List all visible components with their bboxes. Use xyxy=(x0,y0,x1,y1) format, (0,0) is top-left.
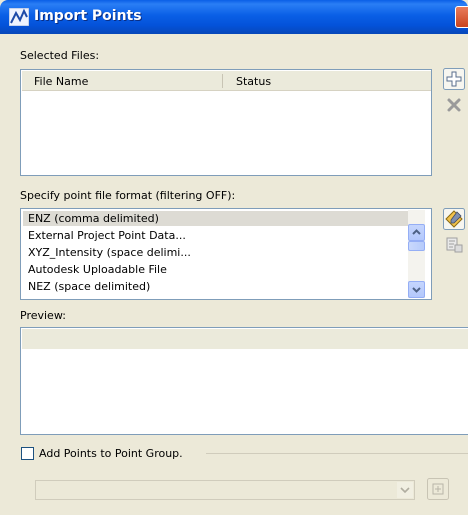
preview-grid[interactable] xyxy=(20,327,468,435)
point-format-list[interactable]: ENZ (comma delimited) External Project P… xyxy=(20,208,432,300)
format-list-scrollbar[interactable] xyxy=(408,210,425,298)
preview-label: Preview: xyxy=(20,309,66,322)
add-file-icon[interactable] xyxy=(443,68,465,90)
format-item-xyz-intensity[interactable]: XYZ_Intensity (space delimi... xyxy=(28,246,191,259)
dropdown-arrow[interactable] xyxy=(397,482,413,498)
scroll-down-button[interactable] xyxy=(408,281,425,298)
format-item-nez[interactable]: NEZ (space delimited) xyxy=(28,280,150,293)
column-file-name[interactable]: File Name xyxy=(34,75,88,88)
point-group-dropdown[interactable] xyxy=(35,480,415,500)
format-item-autodesk-uploadable[interactable]: Autodesk Uploadable File xyxy=(28,263,167,276)
chevron-down-icon xyxy=(412,287,421,293)
create-point-group-icon[interactable] xyxy=(427,478,449,500)
copy-format-icon[interactable] xyxy=(443,234,465,256)
chevron-up-icon xyxy=(412,229,421,235)
close-icon[interactable] xyxy=(455,6,468,28)
selected-files-header: File Name Status xyxy=(22,71,431,91)
format-item-enz[interactable]: ENZ (comma delimited) xyxy=(28,212,159,225)
point-format-label: Specify point file format (filtering OFF… xyxy=(20,189,236,202)
column-status[interactable]: Status xyxy=(236,75,271,88)
selected-files-label: Selected Files: xyxy=(20,49,100,62)
import-points-dialog: Selected Files: File Name Status Specify… xyxy=(0,34,468,515)
column-divider xyxy=(222,74,223,88)
point-file-formats-icon[interactable] xyxy=(443,208,465,230)
scroll-thumb[interactable] xyxy=(408,241,425,251)
selected-files-list[interactable]: File Name Status xyxy=(20,69,432,176)
group-separator xyxy=(206,453,468,454)
window-title: Import Points xyxy=(34,8,142,24)
add-to-point-group-label[interactable]: Add Points to Point Group. xyxy=(39,447,183,460)
format-item-external-project[interactable]: External Project Point Data... xyxy=(28,229,186,242)
title-bar: Import Points xyxy=(0,0,468,34)
autodesk-civil-icon xyxy=(9,8,29,26)
add-to-point-group-checkbox[interactable] xyxy=(21,447,34,460)
preview-header-row xyxy=(22,329,468,349)
chevron-down-icon xyxy=(400,487,410,494)
scroll-up-button[interactable] xyxy=(408,224,425,241)
remove-file-icon[interactable] xyxy=(443,94,465,116)
